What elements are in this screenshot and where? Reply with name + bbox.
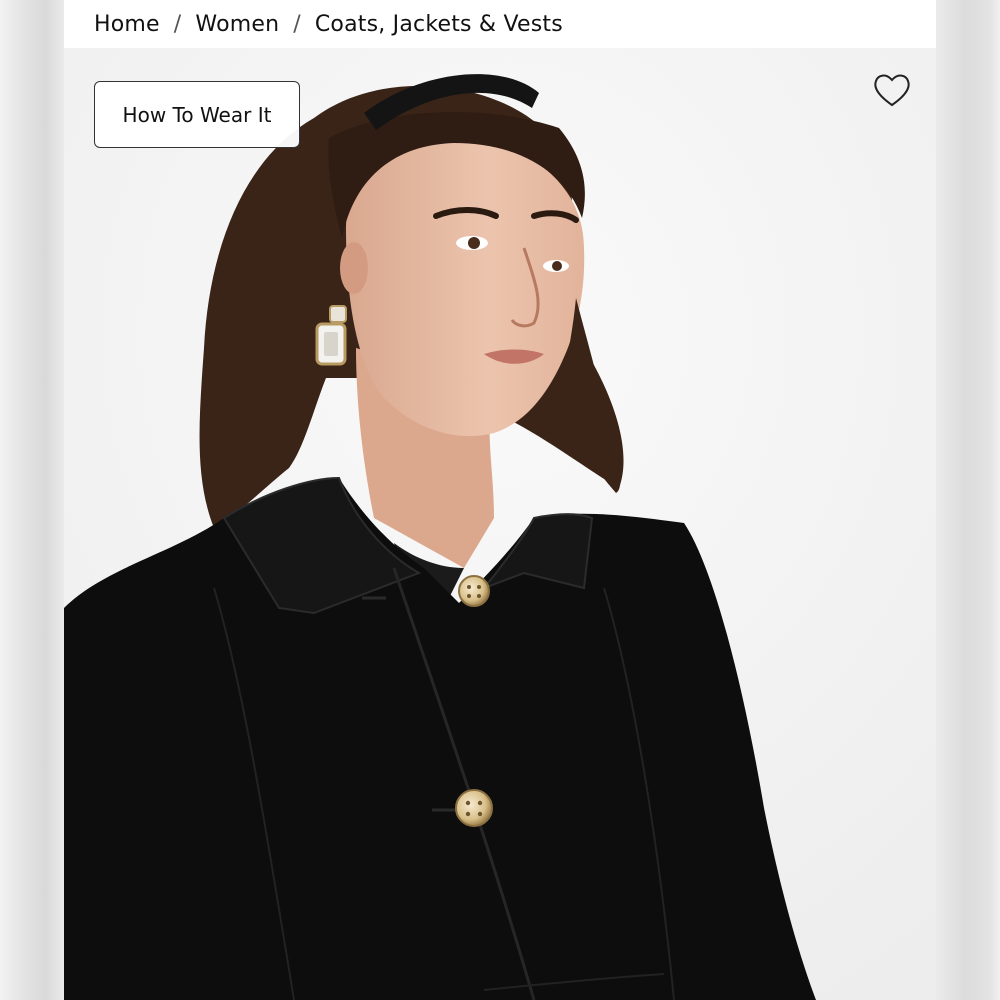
breadcrumb-women[interactable]: Women bbox=[195, 12, 279, 37]
breadcrumb-separator: / bbox=[173, 11, 182, 37]
how-to-wear-it-button[interactable]: How To Wear It bbox=[94, 81, 300, 148]
breadcrumb-home[interactable]: Home bbox=[94, 12, 160, 37]
ear bbox=[340, 242, 368, 294]
model-photo bbox=[64, 48, 936, 1000]
product-image[interactable]: How To Wear It bbox=[64, 48, 936, 1000]
breadcrumb-separator: / bbox=[293, 11, 301, 37]
heart-outline-icon bbox=[874, 74, 910, 107]
coat-button bbox=[458, 575, 490, 607]
product-page: Home / Women / Coats, Jackets & Vests Ho… bbox=[64, 0, 936, 1000]
favorite-button[interactable] bbox=[870, 68, 914, 112]
breadcrumb-coats-jackets-vests[interactable]: Coats, Jackets & Vests bbox=[315, 12, 563, 37]
coat-button bbox=[455, 789, 493, 827]
breadcrumb: Home / Women / Coats, Jackets & Vests bbox=[94, 0, 563, 48]
